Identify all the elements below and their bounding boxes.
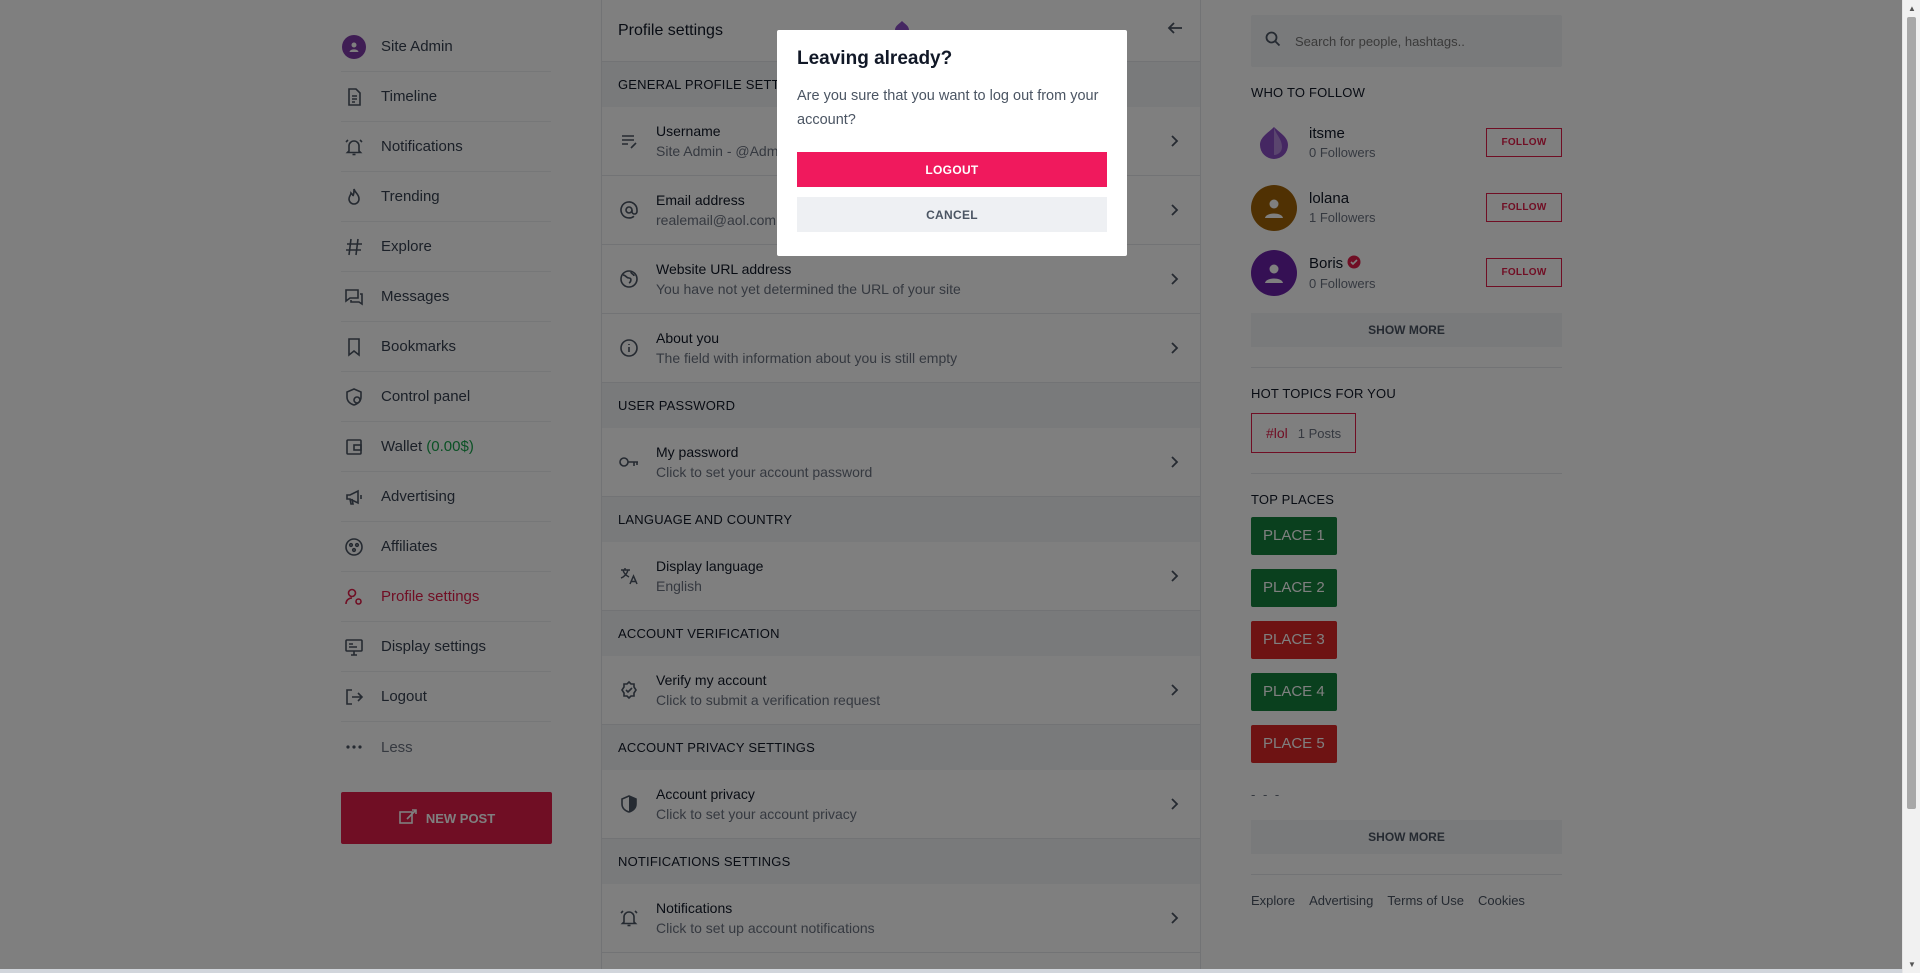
scrollbar-thumb[interactable] bbox=[1907, 17, 1916, 809]
vertical-scrollbar[interactable]: ▲ ▼ bbox=[1902, 0, 1920, 973]
logout-dialog: Leaving already? Are you sure that you w… bbox=[777, 30, 1127, 256]
dialog-title: Leaving already? bbox=[797, 48, 953, 69]
cancel-button[interactable]: CANCEL bbox=[797, 197, 1107, 232]
scroll-down-arrow-icon[interactable]: ▼ bbox=[1903, 956, 1920, 973]
scroll-up-arrow-icon[interactable]: ▲ bbox=[1903, 0, 1920, 17]
horizontal-scrollbar[interactable] bbox=[0, 969, 1902, 973]
dialog-message: Are you sure that you want to log out fr… bbox=[797, 88, 1099, 128]
logout-button[interactable]: LOGOUT bbox=[797, 152, 1107, 187]
